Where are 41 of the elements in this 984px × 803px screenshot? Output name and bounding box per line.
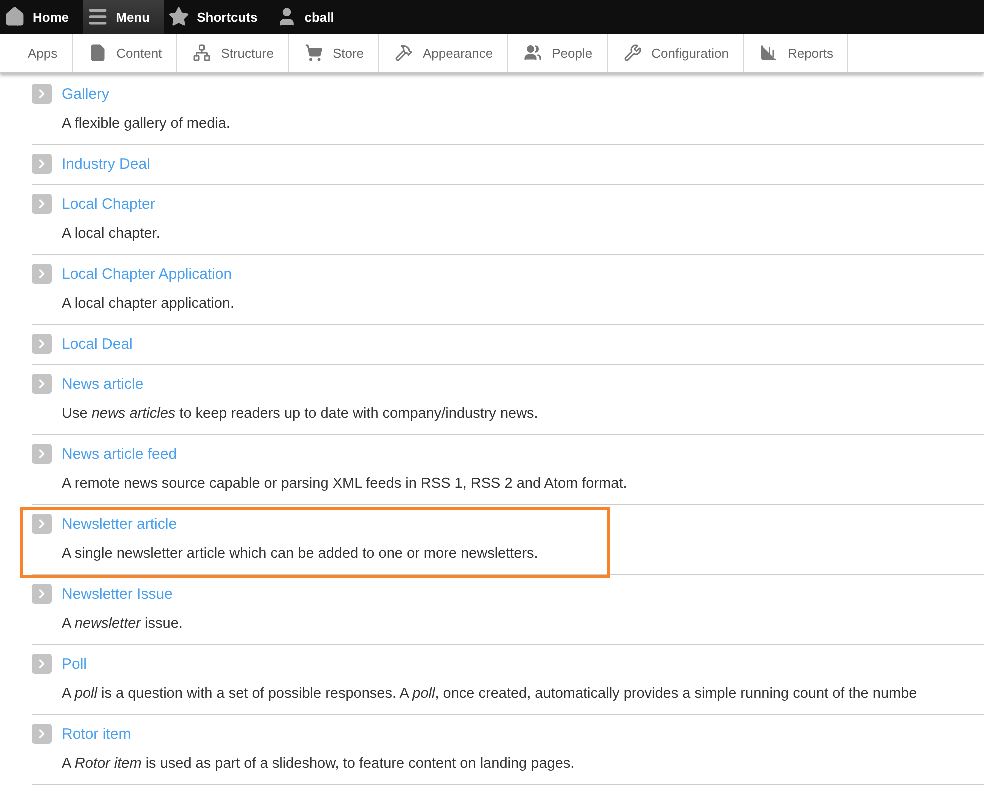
tray-link[interactable]: Apps	[0, 34, 73, 72]
content-type-description: A local chapter.	[62, 225, 162, 244]
expand-toggle[interactable]	[32, 654, 52, 674]
expand-toggle[interactable]	[32, 374, 52, 394]
expand-toggle[interactable]	[32, 514, 52, 534]
expand-toggle[interactable]	[32, 264, 52, 284]
expand-toggle[interactable]	[32, 154, 52, 174]
wrench-icon	[624, 44, 642, 62]
expand-toggle[interactable]	[32, 334, 52, 354]
hammer-icon	[395, 44, 414, 62]
expand-toggle[interactable]	[32, 444, 52, 464]
tray-link[interactable]: Configuration	[608, 34, 744, 72]
content-type-description: A flexible gallery of media.	[62, 115, 232, 134]
tray-link[interactable]: People	[508, 34, 608, 72]
expand-toggle[interactable]	[32, 724, 52, 744]
toolbar-item[interactable]: Home	[0, 0, 84, 34]
content-type-description: A Rotor item is used as part of a slideshow, to feature content on landing pages.	[62, 755, 576, 774]
star-icon	[168, 6, 190, 28]
expand-toggle[interactable]	[32, 194, 52, 214]
content-type-description: A single newsletter article which can be added to one or more newsletters.	[62, 545, 540, 564]
toolbar-item[interactable]: cball	[272, 0, 348, 34]
people-icon	[524, 44, 542, 62]
content-type-description: A local chapter application.	[62, 295, 236, 314]
content-type-description: Use news articles to keep readers up to date with company/industry news.	[62, 405, 540, 424]
content-type-description: A remote news source capable or parsing XML feeds in RSS 1, RSS 2 and Atom format.	[62, 475, 628, 494]
content-type-description: A poll is a question with a set of possible responses. A poll, once created, automatically provides a simple running count of the numbe	[62, 685, 918, 704]
cart-icon	[304, 44, 323, 62]
tray-link[interactable]: Store	[288, 34, 380, 72]
expand-toggle[interactable]	[32, 584, 52, 604]
document-icon	[88, 44, 107, 62]
content-type-description: A newsletter issue.	[62, 615, 184, 634]
home-icon	[4, 6, 26, 28]
hierarchy-icon	[193, 44, 212, 62]
tray-link[interactable]: Reports	[744, 34, 848, 72]
tray-link[interactable]: Content	[72, 34, 178, 72]
tray-link[interactable]: Appearance	[379, 34, 508, 72]
tray-link[interactable]: Structure	[177, 34, 289, 72]
toolbar-item[interactable]: Menu	[83, 0, 164, 34]
expand-toggle[interactable]	[32, 84, 52, 104]
toolbar-item[interactable]: Shortcuts	[164, 0, 272, 34]
menu-icon	[87, 6, 110, 28]
